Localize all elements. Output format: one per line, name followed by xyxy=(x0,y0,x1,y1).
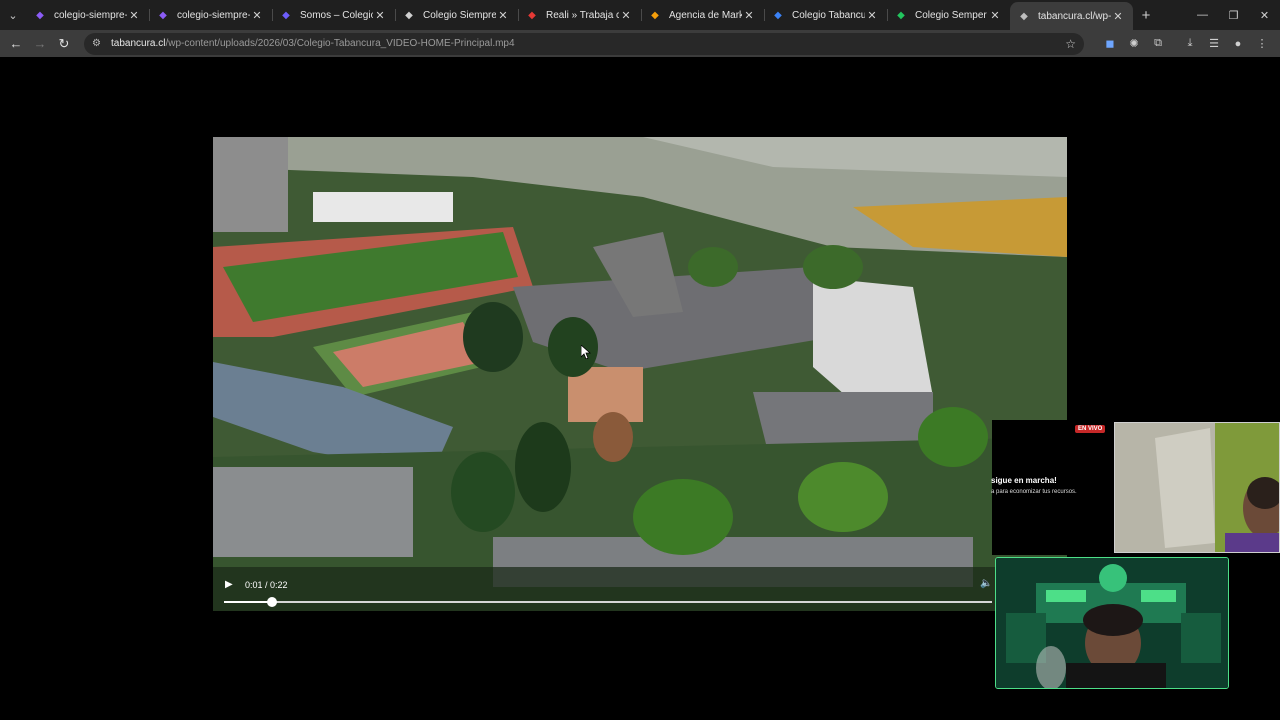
tab-close-icon[interactable]: ✕ xyxy=(127,9,141,22)
seek-progress xyxy=(224,601,272,603)
address-bar[interactable]: ⚙ tabancura.cl/wp-content/uploads/2026/0… xyxy=(84,32,1084,55)
tab-title: colegio-siempre-alto xyxy=(54,9,127,21)
mouse-cursor-icon xyxy=(581,345,591,359)
tab-close-icon[interactable]: ✕ xyxy=(619,9,633,22)
browser-tab[interactable]: ◆ colegio-siempre-alto✕ xyxy=(149,0,272,30)
time-display: 0:01 / 0:22 xyxy=(245,580,288,590)
tab-title: Colegio Siempre Alto xyxy=(423,9,496,21)
video-player[interactable] xyxy=(213,137,1067,611)
agency-icon: ◆ xyxy=(651,9,659,21)
downloads-icon[interactable]: ⤓ xyxy=(1178,32,1202,56)
aerial-campus-frame xyxy=(213,137,1067,611)
seek-thumb[interactable] xyxy=(266,597,277,607)
tab-title: tabancura.cl/wp-cont xyxy=(1038,10,1111,22)
webcam-feed-1 xyxy=(1114,422,1280,553)
tab-title: Colegio Tabancura – xyxy=(792,9,865,21)
colegio-crest-icon: ◆ xyxy=(282,9,290,21)
tab-close-icon[interactable]: ✕ xyxy=(742,9,756,22)
extension-gear-icon[interactable]: ✺ xyxy=(1122,32,1146,56)
site-info-icon[interactable]: ⚙ xyxy=(92,38,106,49)
tab-close-icon[interactable]: ✕ xyxy=(496,9,510,22)
browser-tab[interactable]: ◆ Agencia de Marketin✕ xyxy=(641,0,764,30)
browser-menu-icon[interactable]: ⋮ xyxy=(1250,32,1274,56)
restore-button[interactable]: ❐ xyxy=(1218,0,1249,30)
close-window-button[interactable]: ✕ xyxy=(1249,0,1280,30)
overlay-subtitle: a para economizar tus recursos. xyxy=(991,489,1077,495)
tab-title: Agencia de Marketin xyxy=(669,9,742,21)
reali-icon: ◆ xyxy=(528,9,536,21)
extension-translate-icon[interactable]: ◼ xyxy=(1098,32,1122,56)
stream-overlay-panel xyxy=(992,420,1112,555)
new-tab-button[interactable]: + xyxy=(1133,7,1159,24)
reading-list-icon[interactable]: ☰ xyxy=(1202,32,1226,56)
tab-close-icon[interactable]: ✕ xyxy=(988,9,1002,22)
url-host: tabancura.cl xyxy=(111,38,166,49)
extensions-area: ◼ ✺ ⧉ ⤓ ☰ ● ⋮ xyxy=(1098,32,1274,56)
window-controls: — ❐ ✕ xyxy=(1187,0,1280,30)
back-button[interactable]: ← xyxy=(4,32,28,56)
browser-tab[interactable]: ◆ Somos – Colegio Sen✕ xyxy=(272,0,395,30)
webcam-person-image xyxy=(1115,423,1279,552)
tab-title: Colegio Semper Altiu xyxy=(915,9,988,21)
browser-tab[interactable]: ◆ tabancura.cl/wp-cont✕ xyxy=(1010,2,1133,30)
reload-button[interactable]: ↻ xyxy=(52,32,76,56)
tab-close-icon[interactable]: ✕ xyxy=(1111,10,1125,23)
browser-tab[interactable]: ◆ Colegio Semper Altiu✕ xyxy=(887,0,1010,30)
profile-avatar-icon[interactable]: ● xyxy=(1226,32,1250,56)
globe-icon: ◆ xyxy=(1020,10,1028,22)
stripe-icon: ◆ xyxy=(36,9,44,21)
tab-close-icon[interactable]: ✕ xyxy=(250,9,264,22)
seek-bar[interactable] xyxy=(224,597,992,607)
url-path: /wp-content/uploads/2026/03/Colegio-Taba… xyxy=(165,38,515,49)
minimize-button[interactable]: — xyxy=(1187,0,1218,30)
url-text[interactable]: tabancura.cl/wp-content/uploads/2026/03/… xyxy=(111,38,515,49)
overlay-title: sigue en marcha! xyxy=(991,476,1057,485)
tab-search-icon[interactable]: ⌄ xyxy=(0,0,26,30)
webcam-feed-2 xyxy=(995,557,1229,689)
tab-title: colegio-siempre-alto xyxy=(177,9,250,21)
extensions-puzzle-icon[interactable]: ⧉ xyxy=(1146,32,1170,56)
browser-tab[interactable]: ◆ Colegio Siempre Alto✕ xyxy=(395,0,518,30)
browser-tab[interactable]: ◆ colegio-siempre-alto✕ xyxy=(26,0,149,30)
tab-title: Reali » Trabaja con N xyxy=(546,9,619,21)
tab-close-icon[interactable]: ✕ xyxy=(865,9,879,22)
map-pin-icon: ◆ xyxy=(897,9,905,21)
tab-title: Somos – Colegio Sen xyxy=(300,9,373,21)
webcam-streamer-image xyxy=(996,558,1228,688)
tabancura-icon: ◆ xyxy=(774,9,782,21)
browser-toolbar: ← → ↻ ⚙ tabancura.cl/wp-content/uploads/… xyxy=(0,30,1280,57)
forward-button[interactable]: → xyxy=(28,32,52,56)
volume-icon[interactable]: 🔈 xyxy=(980,578,992,589)
live-badge: EN VIVO xyxy=(1075,425,1106,433)
stripe-icon: ◆ xyxy=(159,9,167,21)
bookmark-star-icon[interactable]: ☆ xyxy=(1065,37,1076,51)
tab-close-icon[interactable]: ✕ xyxy=(373,9,387,22)
school-icon: ◆ xyxy=(405,9,413,21)
tab-strip: ⌄ ◆colegio-siempre-alto✕◆colegio-siempre… xyxy=(0,0,1280,30)
browser-tab[interactable]: ◆ Colegio Tabancura –✕ xyxy=(764,0,887,30)
play-icon[interactable]: ▶ xyxy=(225,579,237,591)
browser-tab[interactable]: ◆ Reali » Trabaja con N✕ xyxy=(518,0,641,30)
